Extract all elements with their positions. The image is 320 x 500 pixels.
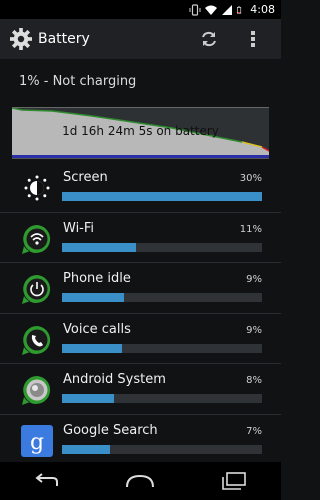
usage-row-wifi[interactable]: Wi-Fi 11% bbox=[0, 213, 281, 263]
recent-apps-icon bbox=[222, 472, 246, 490]
usage-bar-track bbox=[62, 242, 262, 252]
back-button[interactable] bbox=[27, 469, 67, 493]
power-app-icon bbox=[22, 275, 51, 304]
home-button[interactable] bbox=[120, 469, 160, 493]
usage-row-screen[interactable]: Screen 30% bbox=[0, 162, 281, 213]
usage-list: Screen 30% Wi-Fi 11% Phone idle 9% Voice… bbox=[0, 162, 281, 465]
usage-bar-track bbox=[62, 343, 262, 353]
usage-row-phone-idle[interactable]: Phone idle 9% bbox=[0, 263, 281, 314]
usage-percent: 7% bbox=[246, 425, 262, 437]
overflow-menu-button[interactable] bbox=[243, 29, 263, 49]
usage-bar-track bbox=[62, 192, 262, 201]
usage-name: Google Search bbox=[63, 422, 158, 438]
navigation-bar bbox=[0, 462, 281, 500]
battery-history-graph[interactable]: 1d 16h 24m 5s on battery bbox=[12, 107, 269, 159]
action-bar: Battery bbox=[0, 19, 281, 59]
usage-percent: 11% bbox=[239, 223, 262, 235]
usage-row-google-search[interactable]: g Google Search 7% bbox=[0, 415, 281, 465]
more-vert-icon bbox=[251, 31, 255, 47]
brightness-icon bbox=[24, 175, 50, 201]
settings-gear-icon[interactable] bbox=[10, 28, 32, 50]
status-bar: 4:08 bbox=[0, 0, 281, 19]
android-system-icon bbox=[22, 376, 51, 405]
usage-row-voice-calls[interactable]: Voice calls 9% bbox=[0, 314, 281, 364]
battery-duration-label: 1d 16h 24m 5s on battery bbox=[62, 124, 219, 138]
wifi-app-icon bbox=[22, 224, 51, 254]
usage-bar-track bbox=[62, 394, 262, 403]
recent-apps-button[interactable] bbox=[214, 469, 254, 493]
usage-percent: 9% bbox=[246, 324, 262, 336]
page-title: Battery bbox=[38, 31, 90, 47]
usage-name: Screen bbox=[63, 170, 108, 185]
usage-percent: 8% bbox=[246, 375, 262, 386]
usage-bar-fill bbox=[62, 242, 136, 252]
usage-bar-fill bbox=[62, 192, 262, 201]
charging-indicator-line bbox=[12, 155, 269, 158]
refresh-icon bbox=[202, 31, 216, 47]
usage-bar-fill bbox=[62, 394, 114, 403]
wifi-signal-icon bbox=[205, 5, 218, 15]
home-icon bbox=[126, 474, 155, 488]
google-search-icon: g bbox=[21, 424, 53, 457]
vibrate-icon bbox=[189, 3, 201, 16]
usage-name: Phone idle bbox=[63, 271, 131, 286]
usage-percent: 30% bbox=[239, 173, 262, 184]
battery-status-text: 1% - Not charging bbox=[19, 74, 137, 89]
usage-name: Wi-Fi bbox=[63, 220, 95, 236]
usage-name: Android System bbox=[63, 372, 166, 387]
cell-signal-icon bbox=[222, 4, 233, 15]
phone-app-icon bbox=[22, 325, 51, 355]
usage-name: Voice calls bbox=[63, 321, 131, 337]
back-icon bbox=[35, 473, 58, 486]
battery-low-icon bbox=[237, 6, 242, 14]
clock: 4:08 bbox=[250, 3, 275, 16]
usage-percent: 9% bbox=[246, 274, 262, 285]
usage-row-android-system[interactable]: Android System 8% bbox=[0, 364, 281, 415]
usage-bar-fill bbox=[62, 293, 124, 302]
usage-bar-track bbox=[62, 444, 262, 454]
usage-bar-track bbox=[62, 293, 262, 302]
refresh-button[interactable] bbox=[199, 29, 219, 49]
usage-bar-fill bbox=[62, 444, 110, 454]
svg-text:g: g bbox=[30, 430, 44, 455]
usage-bar-fill bbox=[62, 343, 122, 353]
